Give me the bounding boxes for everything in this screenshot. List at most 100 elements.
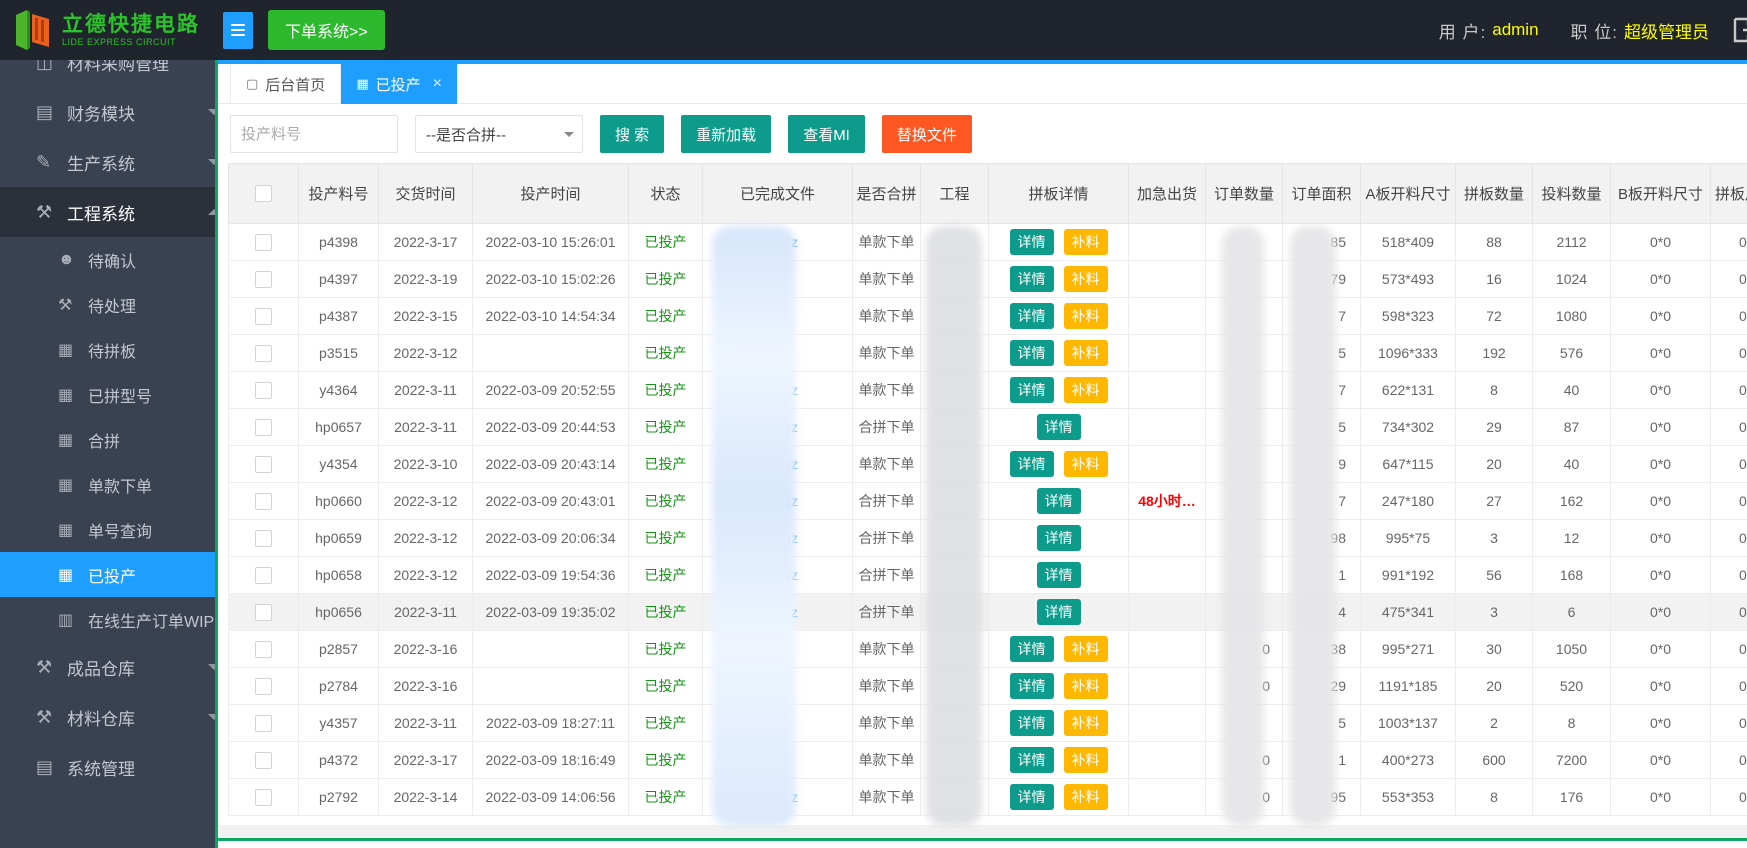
cell-engineering xyxy=(920,297,989,335)
menu-toggle-button[interactable] xyxy=(223,11,253,49)
file-link[interactable]: gz xyxy=(705,419,850,435)
supplement-button[interactable]: 补料 xyxy=(1063,303,1108,329)
supplement-button[interactable]: 补料 xyxy=(1063,266,1108,292)
finance-doc-icon: ▤ xyxy=(36,101,54,122)
sidebar-item-11[interactable]: ▦ 单号查询 xyxy=(0,507,215,552)
supplement-button[interactable]: 补料 xyxy=(1063,784,1108,810)
cell-checkbox xyxy=(228,371,299,409)
cell-part-number: p2857 xyxy=(298,630,379,668)
supplement-button[interactable]: 补料 xyxy=(1063,747,1108,773)
cell-delivery-date: 2022-3-10 xyxy=(378,445,473,483)
detail-button[interactable]: 详情 xyxy=(1036,414,1081,440)
row-checkbox[interactable] xyxy=(255,492,272,510)
supplement-button[interactable]: 补料 xyxy=(1063,636,1108,662)
detail-button[interactable]: 详情 xyxy=(1036,525,1081,551)
sidebar-item-3[interactable]: ✎ 生产系统 xyxy=(0,137,215,187)
close-tab-icon[interactable]: × xyxy=(433,75,442,93)
row-checkbox[interactable] xyxy=(255,788,272,806)
part-number-input[interactable] xyxy=(230,115,398,153)
cell-part-number: y4357 xyxy=(298,704,379,742)
tab-home[interactable]: ▢ 后台首页 xyxy=(230,64,342,104)
cell-panel-detail: 详情 补料 xyxy=(988,630,1129,668)
search-button[interactable]: 搜 索 xyxy=(600,115,665,153)
row-checkbox[interactable] xyxy=(255,270,272,288)
file-link[interactable]: gz xyxy=(705,456,850,472)
sidebar-item-13[interactable]: ▥ 在线生产订单WIP xyxy=(0,597,215,642)
cell-feed-qty: 40 xyxy=(1532,445,1611,483)
sidebar-item-label: 单号查询 xyxy=(88,523,153,541)
cell-order-area: 4 xyxy=(1282,593,1361,631)
supplement-button[interactable]: 补料 xyxy=(1063,229,1108,255)
supplement-button[interactable]: 补料 xyxy=(1063,673,1108,699)
detail-button[interactable]: 详情 xyxy=(1009,377,1054,403)
sidebar-item-2[interactable]: ▤ 财务模块 xyxy=(0,87,215,137)
detail-button[interactable]: 详情 xyxy=(1009,673,1054,699)
sidebar-item-15[interactable]: ⚒ 材料仓库 xyxy=(0,692,215,742)
row-checkbox[interactable] xyxy=(255,233,272,251)
tab-in-production[interactable]: ▦ 已投产 × xyxy=(341,64,458,104)
sidebar-item-4[interactable]: ⚒ 工程系统 xyxy=(0,187,215,237)
sidebar-item-14[interactable]: ⚒ 成品仓库 xyxy=(0,642,215,692)
column-header: 工程 xyxy=(920,163,989,224)
supplement-button[interactable]: 补料 xyxy=(1063,340,1108,366)
detail-button[interactable]: 详情 xyxy=(1009,451,1054,477)
merge-filter-select[interactable]: --是否合拼-- xyxy=(415,115,583,153)
table-row: p4397 2022-3-19 2022-03-10 15:02:26 已投产 单款下单… xyxy=(228,260,1747,298)
row-checkbox[interactable] xyxy=(255,529,272,547)
row-checkbox[interactable] xyxy=(255,677,272,695)
detail-button[interactable]: 详情 xyxy=(1009,340,1054,366)
row-checkbox[interactable] xyxy=(255,381,272,399)
tools-icon: ⚒ xyxy=(36,656,53,677)
row-checkbox[interactable] xyxy=(255,751,272,769)
cell-part-number: p4397 xyxy=(298,260,379,298)
sidebar-item-8[interactable]: ▦ 已拼型号 xyxy=(0,372,215,417)
row-checkbox[interactable] xyxy=(255,455,272,473)
file-link[interactable]: gz xyxy=(705,567,850,583)
detail-button[interactable]: 详情 xyxy=(1009,266,1054,292)
sidebar-item-9[interactable]: ▦ 合拼 xyxy=(0,417,215,462)
replace-file-button[interactable]: 替换文件 xyxy=(881,115,972,153)
logout-icon[interactable] xyxy=(1731,16,1747,44)
supplement-button[interactable]: 补料 xyxy=(1063,377,1108,403)
supplement-button[interactable]: 补料 xyxy=(1063,451,1108,477)
row-checkbox[interactable] xyxy=(255,566,272,584)
file-link[interactable]: z xyxy=(705,604,850,620)
cell-urgent xyxy=(1128,223,1206,261)
sidebar-item-6[interactable]: ⚒ 待处理 xyxy=(0,282,215,327)
row-checkbox[interactable] xyxy=(255,344,272,362)
detail-button[interactable]: 详情 xyxy=(1009,636,1054,662)
file-link[interactable]: .tgz xyxy=(705,493,850,509)
detail-button[interactable]: 详情 xyxy=(1009,784,1054,810)
detail-button[interactable]: 详情 xyxy=(1036,488,1081,514)
file-link[interactable]: z xyxy=(705,382,850,398)
cell-order-area: 7 xyxy=(1282,297,1361,335)
row-checkbox[interactable] xyxy=(255,603,272,621)
row-checkbox[interactable] xyxy=(255,307,272,325)
order-system-button[interactable]: 下单系统>> xyxy=(268,10,385,50)
user-label: 用 户: xyxy=(1438,22,1487,42)
reload-button[interactable]: 重新加载 xyxy=(681,115,772,153)
select-all-checkbox[interactable] xyxy=(255,185,272,202)
file-link[interactable]: z xyxy=(705,234,850,250)
file-link[interactable]: gz xyxy=(705,530,850,546)
detail-button[interactable]: 详情 xyxy=(1036,562,1081,588)
detail-button[interactable]: 详情 xyxy=(1009,710,1054,736)
sidebar-item-5[interactable]: ☻ 待确认 xyxy=(0,237,215,282)
cell-status: 已投产 xyxy=(628,260,703,298)
row-checkbox[interactable] xyxy=(255,640,272,658)
cell-feed-qty: 6 xyxy=(1532,593,1611,631)
row-checkbox[interactable] xyxy=(255,714,272,732)
detail-button[interactable]: 详情 xyxy=(1009,747,1054,773)
sidebar-item-7[interactable]: ▦ 待拼板 xyxy=(0,327,215,372)
sidebar-item-12[interactable]: ▦ 已投产 xyxy=(0,552,215,597)
detail-button[interactable]: 详情 xyxy=(1036,599,1081,625)
sidebar-item-10[interactable]: ▦ 单款下单 xyxy=(0,462,215,507)
detail-button[interactable]: 详情 xyxy=(1009,303,1054,329)
detail-button[interactable]: 详情 xyxy=(1009,229,1054,255)
view-mi-button[interactable]: 查看MI xyxy=(788,115,865,153)
sidebar-item-16[interactable]: ▤ 系统管理 xyxy=(0,742,215,792)
supplement-button[interactable]: 补料 xyxy=(1063,710,1108,736)
file-link[interactable]: z xyxy=(705,789,850,805)
cell-panel-qty: 88 xyxy=(1455,223,1533,261)
row-checkbox[interactable] xyxy=(255,418,272,436)
